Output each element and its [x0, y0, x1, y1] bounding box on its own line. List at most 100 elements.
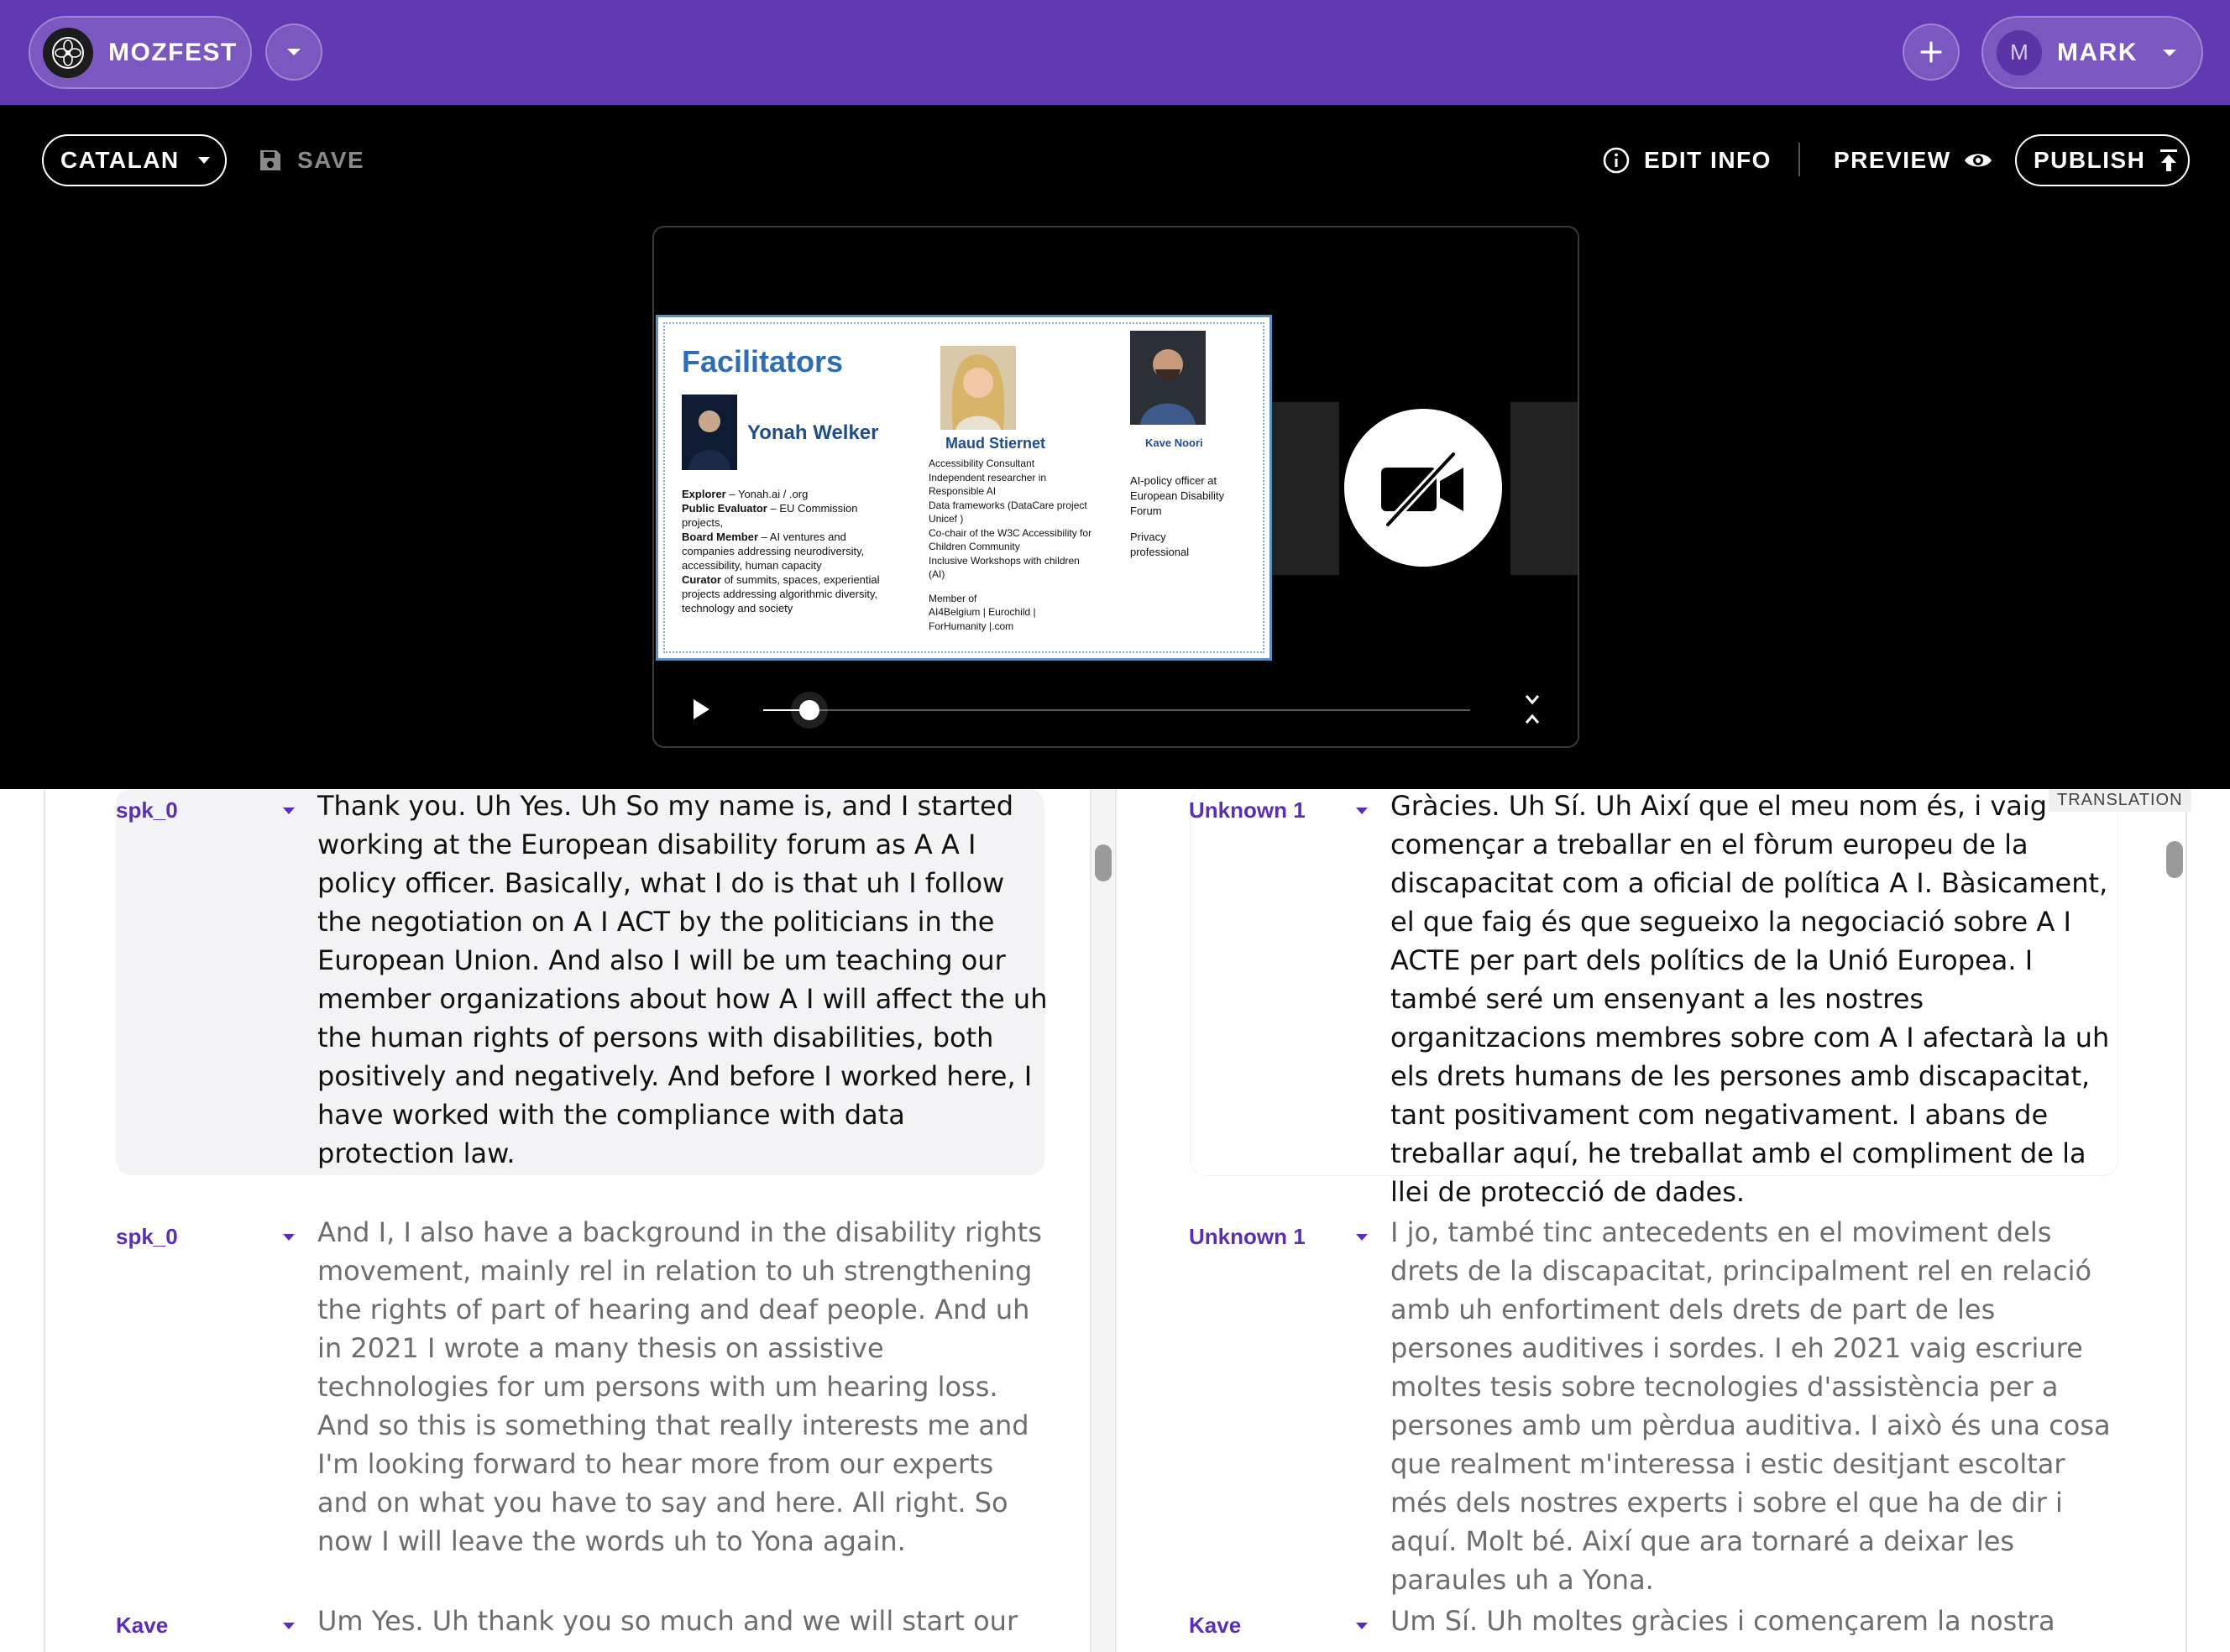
- speaker-caret-icon[interactable]: [1356, 1623, 1368, 1629]
- bio-line: Inclusive Workshops with children: [929, 554, 1080, 567]
- floppy-disk-icon: [260, 150, 280, 170]
- bio-line: ForHumanity |.com: [929, 620, 1014, 632]
- bio-line: Public Evaluator – EU Commission: [682, 502, 858, 515]
- speaker-caret-icon[interactable]: [1356, 808, 1368, 814]
- video-tile: [1510, 402, 1578, 575]
- bio-line: accessibility, human capacity: [682, 559, 822, 572]
- speaker-label[interactable]: Unknown 1: [1189, 797, 1306, 823]
- bio-line: Accessibility Consultant: [929, 457, 1035, 469]
- translation-tag: TRANSLATION: [2049, 789, 2191, 812]
- bio-line: Independent researcher in: [929, 471, 1047, 484]
- caret-down-icon: [197, 157, 210, 164]
- play-icon: [694, 699, 709, 719]
- segment-text[interactable]: Thank you. Uh Yes. Uh So my name is, and…: [317, 789, 1050, 1173]
- save-button-label: SAVE: [297, 147, 365, 173]
- upload-icon: [2160, 149, 2178, 171]
- scrollbar-thumb[interactable]: [1095, 844, 1112, 881]
- chevron-down-icon: [287, 49, 301, 55]
- bio-line: technology and society: [682, 602, 793, 614]
- speaker-caret-icon[interactable]: [283, 1623, 295, 1629]
- seek-bar[interactable]: [763, 709, 1470, 711]
- pane-splitter[interactable]: [1090, 789, 1117, 1652]
- person-name: Maud Stiernet: [945, 435, 1046, 452]
- speaker-label[interactable]: spk_0: [116, 797, 178, 823]
- video-player[interactable]: Facilitators Yonah Welker Explorer – Yon…: [652, 226, 1579, 748]
- segment-text[interactable]: Um Sí. Uh moltes gràcies i començarem la…: [1390, 1602, 2121, 1640]
- bio-line: Member of: [929, 592, 977, 604]
- speaker-label[interactable]: spk_0: [116, 1224, 178, 1250]
- preview-label: PREVIEW: [1834, 147, 1951, 173]
- user-menu[interactable]: M MARK: [1981, 16, 2203, 89]
- info-icon: [1603, 147, 1630, 174]
- bio-line: Board Member – AI ventures and: [682, 531, 846, 543]
- publish-button[interactable]: PUBLISH: [2015, 134, 2190, 186]
- bio-line: Co-chair of the W3C Accessibility for: [929, 526, 1092, 539]
- speaker-caret-icon[interactable]: [283, 1234, 295, 1241]
- bio-line: European Disability: [1130, 489, 1225, 502]
- bio-line: Unicef ): [929, 513, 964, 525]
- top-app-bar: MOZFEST M MARK: [0, 0, 2230, 105]
- speaker-label[interactable]: Kave: [1189, 1613, 1241, 1639]
- person-bio: AI-policy officer at European Disability F…: [1130, 473, 1256, 560]
- person-photo: [682, 395, 737, 470]
- project-menu-button[interactable]: [265, 24, 322, 81]
- bio-line: Privacy: [1130, 531, 1166, 543]
- publish-label: PUBLISH: [2034, 147, 2146, 173]
- speaker-caret-icon[interactable]: [283, 808, 295, 814]
- slide-title: Facilitators: [682, 344, 844, 379]
- camera-off-indicator: [1344, 409, 1502, 567]
- plus-icon: [1920, 41, 1942, 63]
- person-name: Kave Noori: [1145, 437, 1203, 449]
- player-controls: [654, 662, 1578, 746]
- person-bio: Explorer – Yonah.ai / .org Public Evaluat…: [682, 487, 934, 615]
- speaker-label[interactable]: Kave: [116, 1613, 168, 1639]
- speaker-caret-icon[interactable]: [1356, 1234, 1368, 1241]
- speaker-label[interactable]: Unknown 1: [1189, 1224, 1306, 1250]
- segment-text[interactable]: I jo, també tinc antecedents en el movim…: [1390, 1213, 2121, 1599]
- eye-icon: [1964, 154, 1992, 167]
- user-name: MARK: [2057, 38, 2138, 66]
- bio-line: AI-policy officer at: [1130, 474, 1217, 487]
- avatar: M: [1997, 29, 2042, 76]
- person-photo: [1130, 331, 1206, 425]
- segment-text[interactable]: Gràcies. Uh Sí. Uh Així que el meu nom é…: [1390, 789, 2121, 1211]
- translation-transcript-pane: Unknown 1 Gràcies. Uh Sí. Uh Així que el…: [1117, 789, 2230, 1652]
- segment-text[interactable]: And I, I also have a background in the d…: [317, 1213, 1050, 1561]
- chevron-down-icon: [2163, 49, 2176, 56]
- bio-line: Explorer – Yonah.ai / .org: [682, 488, 809, 500]
- toolbar-divider: [1798, 143, 1800, 176]
- bio-line: projects addressing algorithmic diversit…: [682, 588, 878, 600]
- bio-line: Forum: [1130, 504, 1162, 517]
- bio-line: [929, 582, 1130, 592]
- source-transcript-pane: spk_0 Thank you. Uh Yes. Uh So my name i…: [0, 789, 1091, 1652]
- person-bio: Accessibility Consultant Independent rese…: [929, 457, 1130, 633]
- edit-info-label: EDIT INFO: [1644, 147, 1772, 173]
- brand-name: MOZFEST: [108, 38, 238, 66]
- add-button[interactable]: [1903, 24, 1960, 81]
- scrollbar-thumb[interactable]: [2166, 841, 2183, 878]
- mozfest-logo-icon: [43, 27, 93, 78]
- collapse-icon: [1525, 695, 1540, 724]
- seek-handle[interactable]: [798, 700, 819, 720]
- language-select-label: CATALAN: [60, 147, 180, 173]
- presentation-slide: Facilitators Yonah Welker Explorer – Yon…: [656, 315, 1272, 661]
- person-photo: [940, 346, 1016, 430]
- segment-text[interactable]: Um Yes. Uh thank you so much and we will…: [317, 1602, 1050, 1640]
- bio-line: AI4Belgium | Eurochild |: [929, 606, 1036, 618]
- fullscreen-exit-button[interactable]: [1515, 693, 1549, 726]
- bio-line: Responsible AI: [929, 485, 997, 497]
- play-button[interactable]: [686, 694, 716, 724]
- person-name: Yonah Welker: [747, 421, 879, 444]
- edit-info-button[interactable]: EDIT INFO: [1602, 139, 1772, 181]
- bio-line: [1130, 519, 1256, 530]
- language-select[interactable]: CATALAN: [42, 134, 227, 186]
- bio-line: Data frameworks (DataCare project: [929, 499, 1087, 511]
- bio-line: companies addressing neurodiversity,: [682, 545, 865, 557]
- bio-line: (AI): [929, 568, 945, 580]
- bio-line: Children Community: [929, 541, 1020, 552]
- preview-button[interactable]: PREVIEW: [1834, 139, 1993, 181]
- save-button[interactable]: SAVE: [257, 139, 364, 181]
- video-tile: [1272, 402, 1339, 575]
- bio-line: projects,: [682, 516, 724, 529]
- workspace-switcher[interactable]: MOZFEST: [29, 16, 252, 89]
